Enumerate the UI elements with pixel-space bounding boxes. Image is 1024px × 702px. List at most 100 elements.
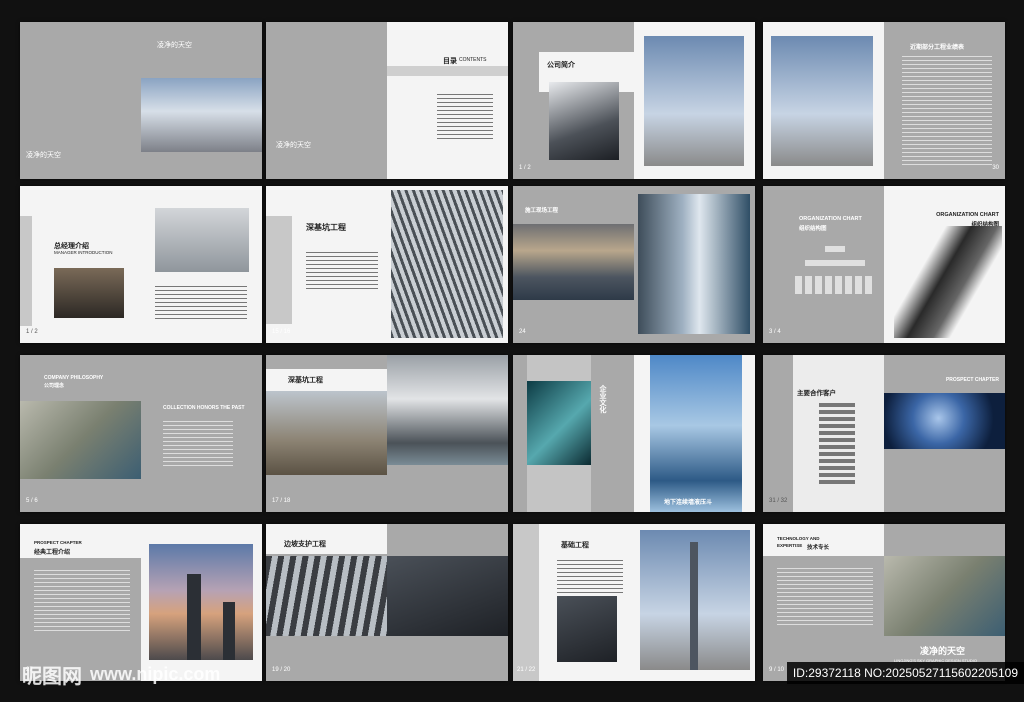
section-title: 深基坑工程 [288, 377, 323, 384]
spread-org-chart: ORGANIZATION CHART 组织结构图 3 / 4 ORGANIZAT… [763, 186, 1005, 343]
section-title-en: ORGANIZATION CHART [799, 216, 862, 222]
spread-foundation-pit-2: 深基坑工程 17 / 18 [266, 355, 508, 512]
page-right [634, 524, 755, 681]
cover-title: 凌净的天空 [276, 142, 311, 149]
page-right: PROSPECT CHAPTER [884, 355, 1005, 512]
records-table [902, 56, 992, 168]
page-left: 凌净的天空 [266, 22, 387, 179]
org-chart-diagram [795, 246, 875, 300]
page-left: 深基坑工程 15 / 16 [266, 186, 387, 343]
page-number: 21 / 22 [517, 667, 536, 673]
page-number: 15 / 16 [272, 329, 291, 335]
office-image [155, 208, 249, 272]
cover-title: 凌净的天空 [26, 152, 61, 159]
aerial-image [266, 391, 387, 475]
contents-list [437, 94, 493, 142]
spread-foundation-pit: 深基坑工程 15 / 16 [266, 186, 508, 343]
spread-slope: 边坡支护工程 19 / 20 [266, 524, 508, 681]
band [387, 66, 508, 76]
section-title: 主要合作客户 [797, 390, 836, 397]
band [513, 524, 539, 681]
building-image [549, 82, 619, 160]
page-right [387, 186, 508, 343]
page-number: 1 / 2 [26, 329, 38, 335]
page-right [387, 355, 508, 512]
page-left: 凌净的天空 [20, 22, 141, 179]
page-right: 凌净的天空 LINGJING'S SKY GRAPHIC DESIGN STUD… [884, 524, 1005, 681]
page-right: ORGANIZATION CHART 组织结构图 [884, 186, 1005, 343]
burj-tower-image [640, 530, 750, 670]
page-left: COMPANY PHILOSOPHY 公司理念 5 / 6 [20, 355, 141, 512]
section-title: 组织结构图 [799, 226, 827, 232]
page-number: 17 / 18 [272, 498, 291, 504]
caption: 地下连续墙液压斗 [664, 500, 713, 506]
text-block [777, 568, 873, 628]
page-number: 9 / 10 [769, 667, 785, 673]
section-title: 深基坑工程 [306, 223, 346, 232]
page-number: 30 [992, 165, 999, 171]
section-title: 技术专长 [807, 545, 830, 551]
section-title-en: ORGANIZATION CHART [936, 212, 999, 218]
page-left: 总经理介绍 MANAGER INTRODUCTION 1 / 2 [20, 186, 141, 343]
spread-site: 施工现场工程 24 [513, 186, 755, 343]
page-left: 深基坑工程 17 / 18 [266, 355, 387, 512]
tower-image [771, 36, 873, 166]
section-title: 施工现场工程 [525, 208, 559, 214]
section-title: 经典工程介绍 [34, 550, 71, 556]
watermark-logo: 昵图网 www.nipic.com [22, 660, 220, 689]
page-left: 公司简介 1 / 2 [513, 22, 634, 179]
section-title-en-2: EXPERTISE [777, 543, 803, 548]
spread-classic-projects: PROSPECT CHAPTER 经典工程介绍 27 [20, 524, 262, 681]
watermark-logo-text: 昵图网 [22, 664, 82, 688]
section-title: 公司简介 [547, 62, 575, 69]
page-right [634, 22, 755, 179]
section-title-en: PROSPECT CHAPTER [945, 377, 999, 383]
street-image [644, 36, 744, 166]
page-number: 19 / 20 [272, 667, 291, 673]
spread-expertise: TECHNOLOGY AND EXPERTISE 技术专长 9 / 10 凌净的… [763, 524, 1005, 681]
skyline-image [513, 224, 634, 300]
construction-image [557, 596, 617, 662]
page-right: 目录 CONTENTS [387, 22, 508, 179]
watermark-id-box: ID:29372118 NO:20250527115602205109 [786, 662, 1024, 684]
band [266, 216, 292, 324]
spread-manager: 总经理介绍 MANAGER INTRODUCTION 1 / 2 [20, 186, 262, 343]
contents-en: CONTENTS [459, 57, 487, 63]
spread-philosophy: COMPANY PHILOSOPHY 公司理念 5 / 6 COLLECTION… [20, 355, 262, 512]
section-title-en: TECHNOLOGY AND [777, 536, 820, 541]
section-title: 近期部分工程业绩表 [910, 45, 965, 51]
page-number: 24 [519, 329, 526, 335]
office-building-image [387, 355, 508, 465]
page-left [763, 22, 884, 179]
page-right: 近期部分工程业绩表 30 [884, 22, 1005, 179]
contents-title: 目录 [443, 58, 457, 65]
team-image [54, 268, 124, 318]
page-left: 企业文化 [513, 355, 634, 512]
page-right: 地下连续墙液压斗 [634, 355, 755, 512]
page-right [634, 186, 755, 343]
section-title-en: PROSPECT CHAPTER [34, 540, 82, 545]
client-list [819, 403, 855, 485]
spread-company-intro: 公司简介 1 / 2 [513, 22, 755, 179]
spread-contents: 凌净的天空 目录 CONTENTS [266, 22, 508, 179]
spread-records: 近期部分工程业绩表 30 [763, 22, 1005, 179]
page-number: 31 / 32 [769, 498, 788, 504]
text-block [306, 252, 378, 292]
band [266, 369, 387, 391]
section-title: 基础工程 [561, 542, 589, 549]
skyscraper-sunset-image [149, 544, 253, 660]
cover-title: 凌净的天空 [157, 42, 192, 49]
page-left: ORGANIZATION CHART 组织结构图 3 / 4 [763, 186, 884, 343]
eiffel-tower-image [894, 226, 1002, 338]
watermark-id: ID:29372118 NO:20250527115602205109 [792, 666, 1018, 680]
section-title: 公司理念 [44, 383, 65, 389]
teal-image [527, 381, 591, 465]
band [20, 216, 32, 326]
page-left: TECHNOLOGY AND EXPERTISE 技术专长 9 / 10 [763, 524, 884, 681]
structure-image [266, 556, 387, 636]
page-left: PROSPECT CHAPTER 经典工程介绍 27 [20, 524, 141, 681]
page-right: COLLECTION HONORS THE PAST [141, 355, 262, 512]
section-title: 企业文化 [599, 385, 606, 413]
page-left: 施工现场工程 24 [513, 186, 634, 343]
page-right [387, 524, 508, 681]
